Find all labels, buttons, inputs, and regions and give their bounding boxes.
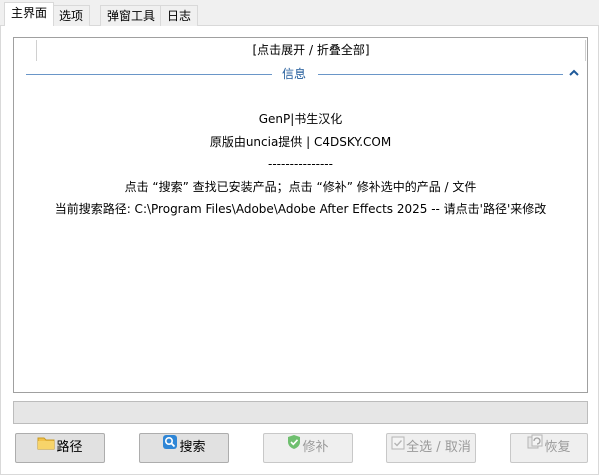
path-button-label: 路径 (56, 440, 83, 455)
group-divider-left (26, 74, 272, 75)
tab-popup-tools[interactable]: 弹窗工具 (100, 5, 163, 26)
search-button[interactable]: 搜索 (139, 433, 229, 463)
patch-button-label: 修补 (302, 440, 329, 455)
info-line-search-path: 当前搜索路径: C:\Program Files\Adobe\Adobe Aft… (54, 202, 547, 216)
tab-main[interactable]: 主界面 (4, 2, 55, 26)
group-title-info: 信息 (281, 67, 306, 81)
restore-button[interactable]: 恢复 (510, 433, 588, 463)
info-line-separator: --------------- (268, 157, 333, 171)
restore-button-label: 恢复 (544, 440, 571, 455)
info-line-instructions: 点击 “搜索” 查找已安装产品；点击 “修补” 修补选中的产品 / 文件 (124, 180, 477, 194)
checkbox-icon (391, 433, 405, 461)
collapse-chevron-icon[interactable] (568, 66, 580, 80)
progress-bar (13, 401, 588, 424)
search-icon (162, 433, 178, 461)
info-line-credit: 原版由uncia提供 | C4DSKY.COM (209, 135, 392, 149)
search-button-label: 搜索 (179, 440, 206, 455)
select-all-button-label: 全选 / 取消 (406, 440, 471, 455)
shield-check-icon (287, 433, 301, 461)
expand-collapse-all-link[interactable]: [点击展开 / 折叠全部] (36, 40, 586, 61)
tab-options[interactable]: 选项 (52, 5, 91, 26)
tab-log[interactable]: 日志 (160, 5, 199, 26)
info-line-title: GenP|书生汉化 (258, 112, 343, 126)
patch-button[interactable]: 修补 (263, 433, 353, 463)
folder-icon (37, 433, 55, 461)
path-button[interactable]: 路径 (15, 433, 105, 463)
select-all-button[interactable]: 全选 / 取消 (386, 433, 476, 463)
tab-bar: 主界面 选项 弹窗工具 日志 (0, 0, 599, 475)
group-divider-right (318, 74, 563, 75)
restore-icon (527, 433, 543, 461)
